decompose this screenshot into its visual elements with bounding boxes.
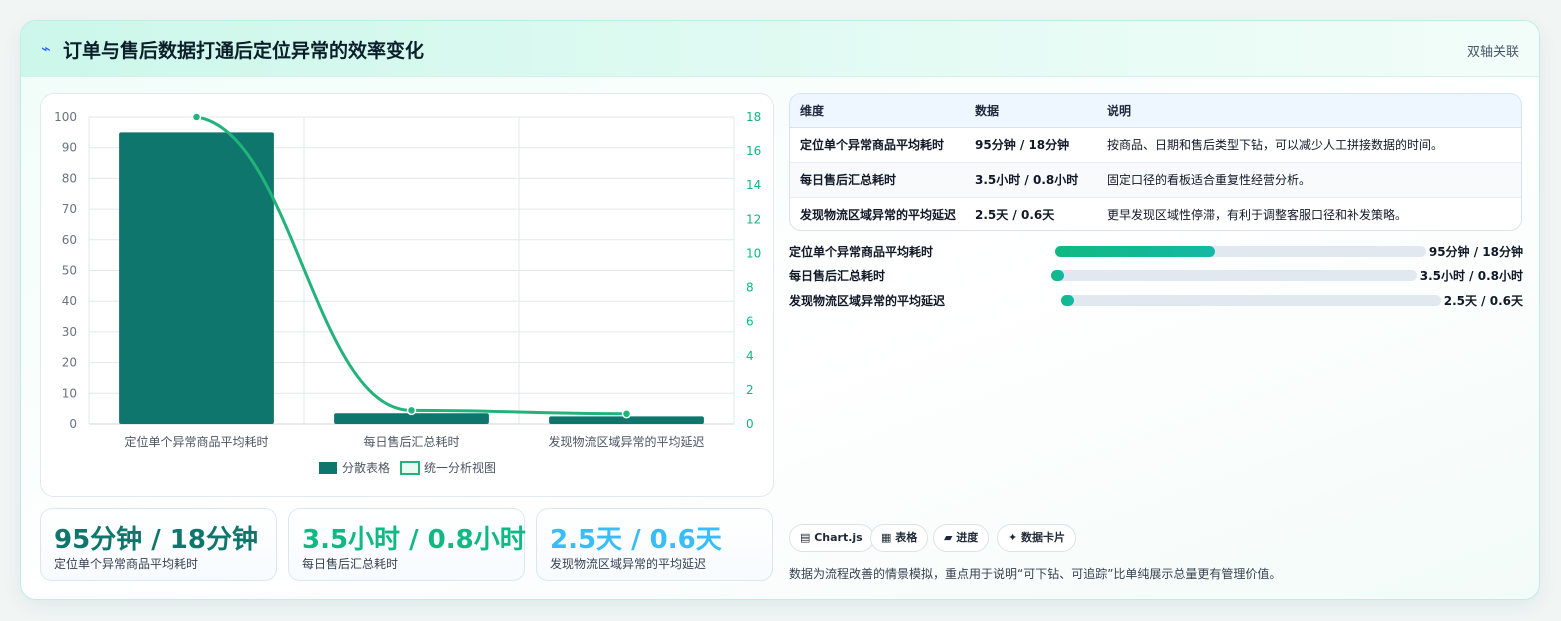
table-cell: 每日售后汇总耗时 bbox=[790, 162, 965, 198]
y-right-tick-label: 10 bbox=[746, 246, 761, 260]
y-left-tick-label: 70 bbox=[62, 202, 77, 216]
card-header: ⌁ 订单与售后数据打通后定位异常的效率变化 双轴关联 bbox=[21, 21, 1539, 77]
progress-track bbox=[1061, 295, 1441, 306]
y-left-tick-label: 40 bbox=[62, 294, 77, 308]
table-row: 发现物流区域异常的平均延迟 2.5天 / 0.6天 更早发现区域性停滞，有利于调… bbox=[790, 197, 1521, 230]
stat-label: 定位单个异常商品平均耗时 bbox=[54, 557, 199, 571]
lightning-icon: ⌁ bbox=[41, 39, 51, 58]
stat-label: 发现物流区域异常的平均延迟 bbox=[550, 557, 707, 571]
stat-card: 2.5天 / 0.6天 发现物流区域异常的平均延迟 bbox=[536, 508, 773, 581]
table-pill[interactable]: ▦ 表格 bbox=[870, 524, 929, 552]
progress-label: 每日售后汇总耗时 bbox=[789, 269, 886, 283]
progress-label: 定位单个异常商品平均耗时 bbox=[789, 245, 934, 259]
y-left-tick-label: 80 bbox=[62, 171, 77, 185]
y-left-tick-label: 30 bbox=[62, 325, 77, 339]
stat-value: 3.5小时 / 0.8小时 bbox=[302, 525, 526, 555]
y-right-tick-label: 12 bbox=[746, 212, 761, 226]
chartjs-pill[interactable]: ▤ Chart.js bbox=[789, 524, 874, 552]
progress-value: 3.5小时 / 0.8小时 bbox=[1419, 269, 1523, 283]
y-right-tick-label: 8 bbox=[746, 281, 754, 295]
progress-track bbox=[1051, 270, 1417, 281]
progress-label: 发现物流区域异常的平均延迟 bbox=[789, 294, 946, 308]
stat-card: 3.5小时 / 0.8小时 每日售后汇总耗时 bbox=[288, 508, 526, 581]
x-tick-label: 定位单个异常商品平均耗时 bbox=[124, 434, 268, 449]
x-tick-label: 每日售后汇总耗时 bbox=[363, 434, 459, 449]
y-right-tick-label: 18 bbox=[746, 110, 761, 124]
data-card-pill[interactable]: ✦ 数据卡片 bbox=[997, 524, 1077, 552]
legend-label: 统一分析视图 bbox=[424, 460, 496, 475]
y-left-tick-label: 20 bbox=[62, 356, 77, 370]
x-tick-label: 发现物流区域异常的平均延迟 bbox=[548, 434, 704, 449]
table-header: 数据 bbox=[965, 94, 1097, 128]
bar bbox=[119, 132, 274, 424]
y-right-tick-label: 2 bbox=[746, 383, 754, 397]
progress-fill bbox=[1061, 295, 1075, 306]
y-left-tick-label: 90 bbox=[62, 141, 77, 155]
table-cell: 更早发现区域性停滞，有利于调整客服口径和补发策略。 bbox=[1107, 208, 1408, 223]
y-left-tick-label: 10 bbox=[62, 386, 77, 400]
progress-fill bbox=[1051, 270, 1064, 281]
dual-axis-tag: 双轴关联 bbox=[1466, 45, 1519, 60]
chart-panel: 0 10 20 30 40 50 60 70 80 90 100 0 2 4 6 8 10 12 14 16 18 定位单… bbox=[40, 93, 774, 497]
y-left-tick-label: 0 bbox=[69, 417, 77, 431]
table-cell: 定位单个异常商品平均耗时 bbox=[790, 127, 965, 163]
table-cell: 固定口径的看板适合重复性经营分析。 bbox=[1097, 162, 1521, 198]
table-cell: 3.5小时 / 0.8小时 bbox=[965, 162, 1097, 198]
table-header: 说明 bbox=[1097, 94, 1521, 128]
table-row: 定位单个异常商品平均耗时 95分钟 / 18分钟 按商品、日期和售后类型下钻，可… bbox=[790, 127, 1521, 163]
table-header: 维度 bbox=[790, 94, 965, 128]
footnote: 数据为流程改善的情景模拟，重点用于说明“可下钻、可追踪”比单纯展示总量更有管理价… bbox=[789, 567, 1282, 581]
line-point bbox=[406, 405, 417, 416]
table-row: 每日售后汇总耗时 3.5小时 / 0.8小时 固定口径的看板适合重复性经营分析。 bbox=[790, 162, 1521, 198]
stat-value: 2.5天 / 0.6天 bbox=[550, 525, 722, 555]
dashboard-card: ⌁ 订单与售后数据打通后定位异常的效率变化 双轴关联 0 10 20 30 40 50 60… bbox=[20, 20, 1540, 600]
table-cell: 按商品、日期和售后类型下钻，可以减少人工拼接数据的时间。 bbox=[1097, 127, 1521, 163]
data-table: 维度 数据 说明 定位单个异常商品平均耗时 95分钟 / 18分钟 按商品、日期… bbox=[789, 93, 1522, 231]
line-point bbox=[621, 409, 632, 419]
progress-pill[interactable]: ▰ 进度 bbox=[933, 524, 990, 552]
combo-chart: 0 10 20 30 40 50 60 70 80 90 100 0 2 4 6 8 10 12 14 16 18 定位单… bbox=[54, 110, 761, 475]
table-cell: 发现物流区域异常的平均延迟 bbox=[800, 208, 957, 223]
stat-card: 95分钟 / 18分钟 定位单个异常商品平均耗时 bbox=[40, 508, 277, 581]
progress-row: 发现物流区域异常的平均延迟 2.5天 / 0.6天 bbox=[789, 290, 1523, 310]
table-cell: 2.5天 / 0.6天 bbox=[975, 208, 1055, 223]
progress-track bbox=[1055, 246, 1426, 257]
progress-value: 2.5天 / 0.6天 bbox=[1443, 294, 1523, 308]
y-left-tick-label: 50 bbox=[62, 264, 77, 278]
legend-swatch-line bbox=[400, 461, 420, 475]
legend-label: 分散表格 bbox=[342, 460, 390, 475]
y-right-tick-label: 6 bbox=[746, 315, 754, 329]
y-left-tick-label: 100 bbox=[54, 110, 77, 124]
stat-label: 每日售后汇总耗时 bbox=[302, 557, 399, 571]
y-right-tick-label: 0 bbox=[746, 417, 754, 431]
y-right-tick-label: 16 bbox=[746, 144, 761, 158]
progress-row: 每日售后汇总耗时 3.5小时 / 0.8小时 bbox=[789, 265, 1523, 285]
y-left-tick-label: 60 bbox=[62, 233, 77, 247]
legend-swatch-bars bbox=[319, 462, 337, 474]
progress-value: 95分钟 / 18分钟 bbox=[1428, 245, 1523, 259]
card-title: 订单与售后数据打通后定位异常的效率变化 bbox=[63, 40, 425, 62]
table-cell: 95分钟 / 18分钟 bbox=[965, 127, 1097, 163]
line-point bbox=[191, 112, 202, 122]
y-right-tick-label: 14 bbox=[746, 178, 761, 192]
y-right-tick-label: 4 bbox=[746, 349, 754, 363]
stat-value: 95分钟 / 18分钟 bbox=[54, 525, 258, 555]
progress-fill bbox=[1055, 246, 1215, 257]
progress-row: 定位单个异常商品平均耗时 95分钟 / 18分钟 bbox=[789, 241, 1523, 261]
